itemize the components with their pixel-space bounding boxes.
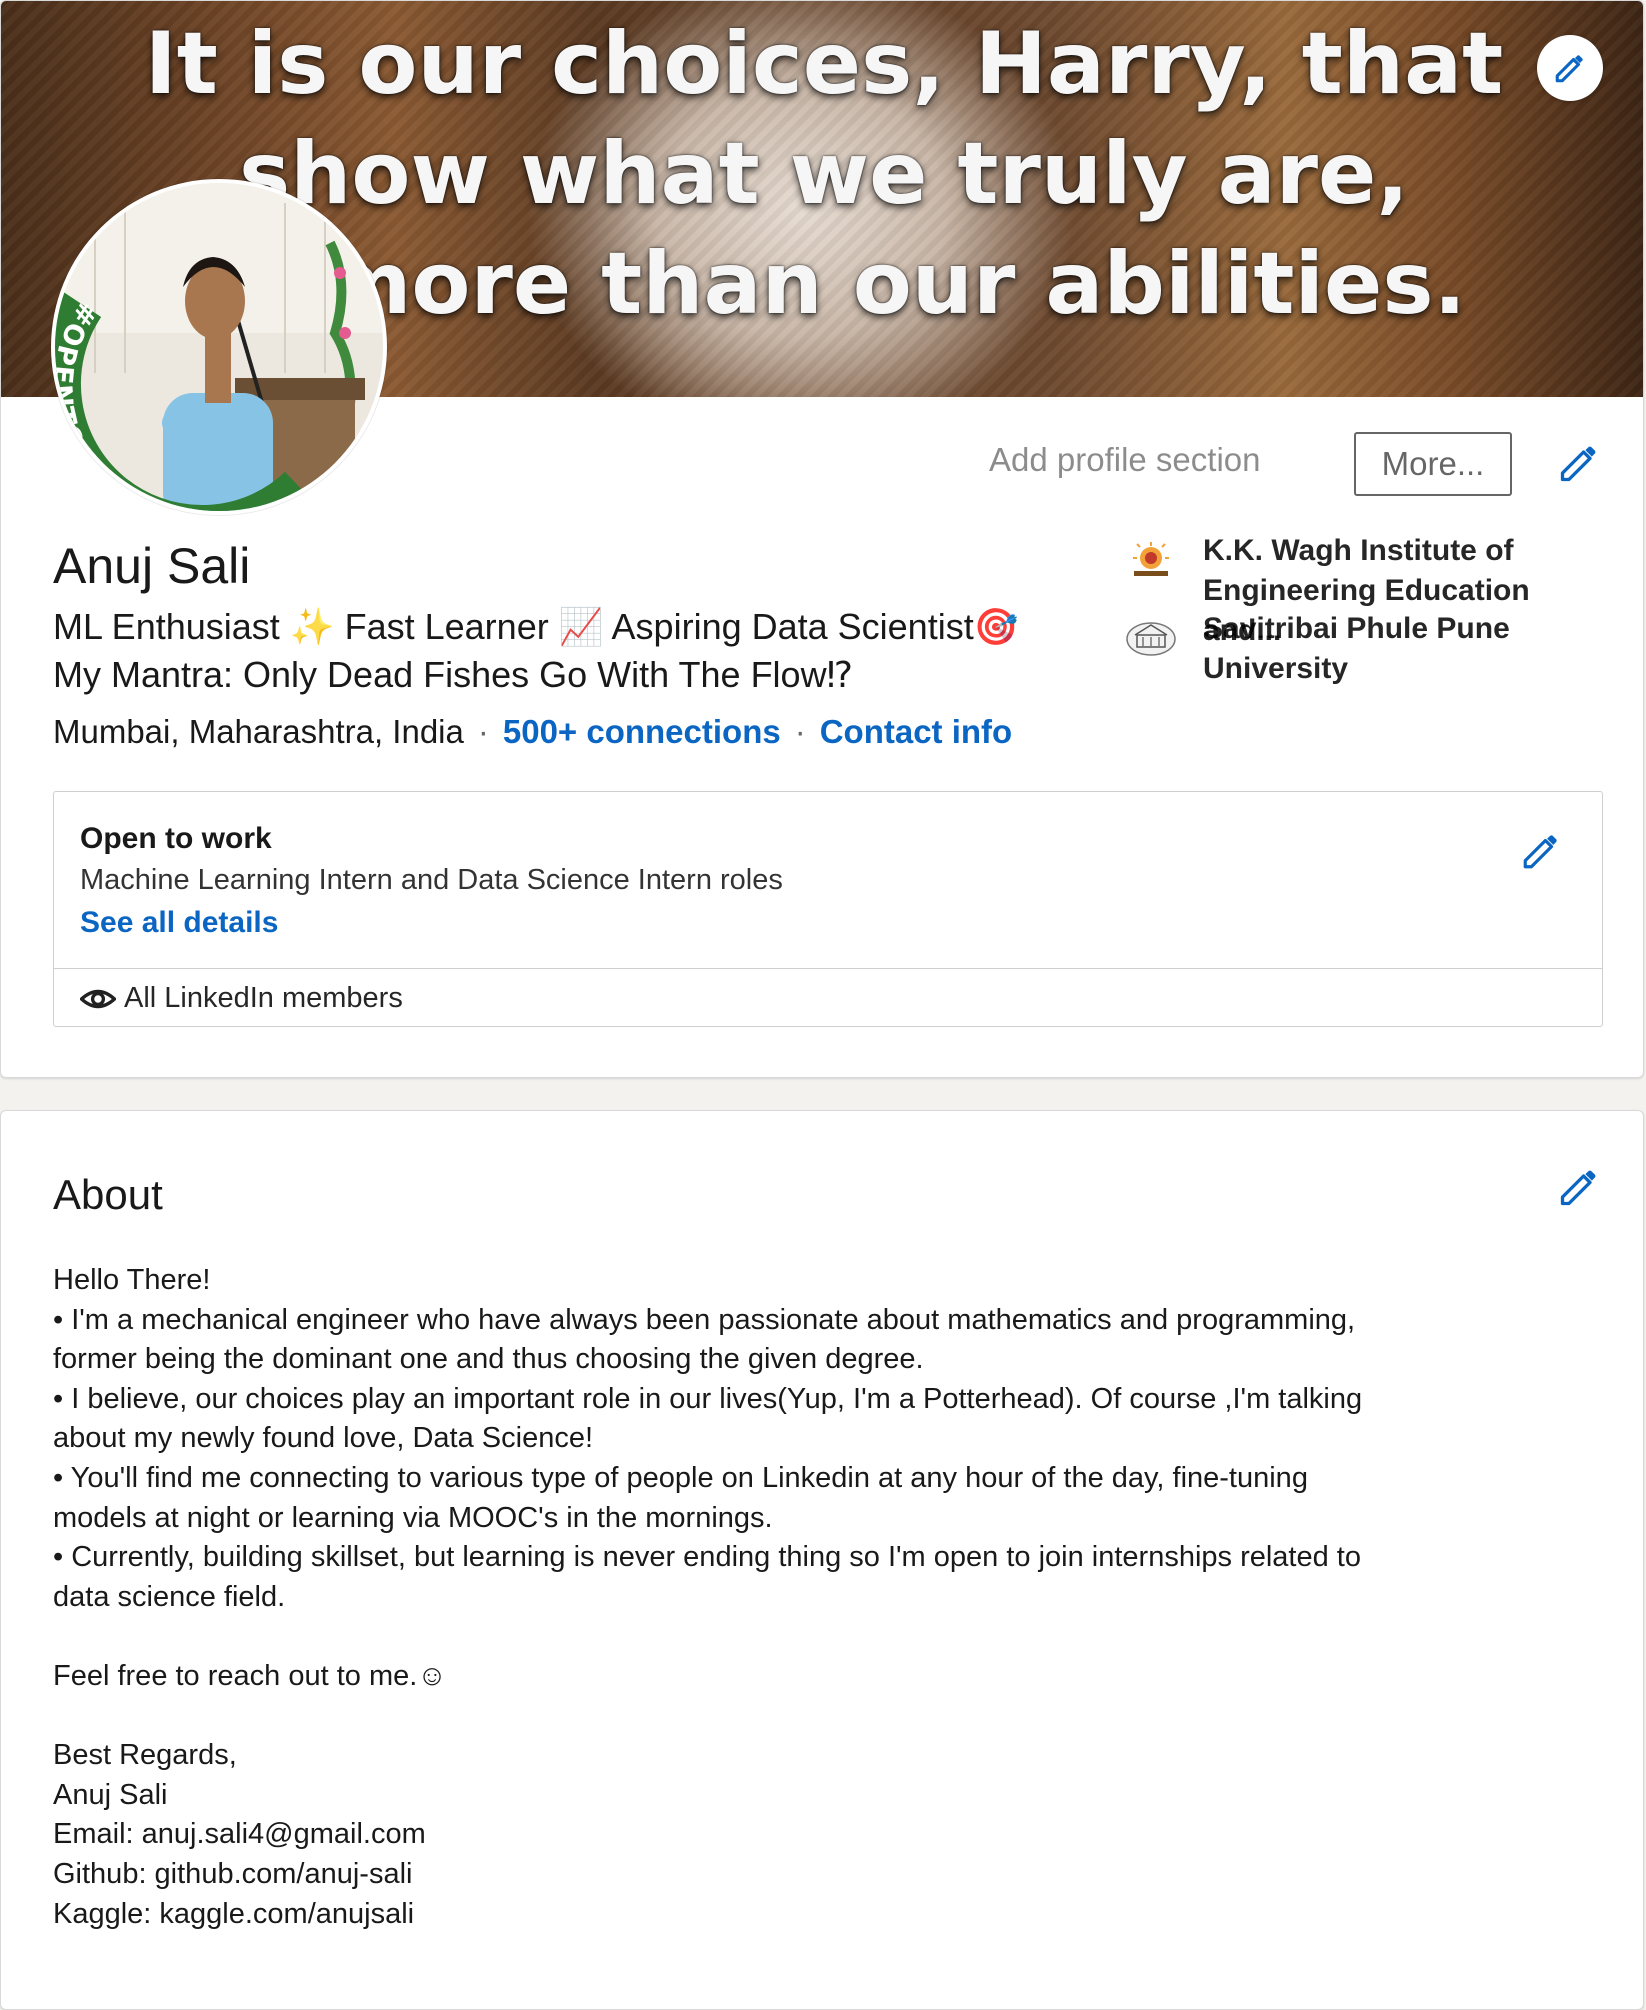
- location-text: Mumbai, Maharashtra, India: [53, 713, 464, 750]
- separator-dot: ·: [794, 713, 806, 750]
- headline-line: ML Enthusiast ✨ Fast Learner 📈 Aspiring …: [53, 606, 1019, 647]
- edit-open-to-work-button[interactable]: [1518, 828, 1564, 874]
- divider: [54, 968, 1602, 969]
- visibility-text: All LinkedIn members: [124, 982, 403, 1014]
- edit-about-button[interactable]: [1555, 1163, 1603, 1211]
- profile-top-card: It is our choices, Harry, that show what…: [0, 0, 1644, 1078]
- add-profile-section-button[interactable]: Add profile section: [989, 441, 1261, 479]
- location-row: Mumbai, Maharashtra, India · 500+ connecti…: [53, 713, 1012, 751]
- profile-name: Anuj Sali: [53, 538, 251, 594]
- open-to-work-title: Open to work: [80, 822, 272, 855]
- avatar-photo: #OPENTOWORK: [55, 183, 383, 511]
- more-button[interactable]: More...: [1354, 432, 1512, 496]
- about-text: Hello There! • I'm a mechanical engineer…: [53, 1264, 1363, 1930]
- about-title: About: [53, 1171, 163, 1218]
- edit-banner-button[interactable]: [1537, 35, 1603, 101]
- pencil-icon: [1523, 835, 1557, 869]
- pencil-icon: [1555, 55, 1583, 83]
- banner-quote-line: It is our choices, Harry, that: [144, 14, 1504, 114]
- profile-avatar[interactable]: #OPENTOWORK: [51, 179, 387, 515]
- education-item[interactable]: Savitribai Phule Pune University: [1121, 609, 1601, 689]
- profile-headline: ML Enthusiast ✨ Fast Learner 📈 Aspiring …: [53, 603, 1093, 699]
- see-all-details-link[interactable]: See all details: [80, 906, 278, 940]
- eye-icon: [80, 989, 116, 1008]
- contact-info-link[interactable]: Contact info: [820, 713, 1012, 750]
- sppu-logo-icon: [1121, 609, 1181, 669]
- separator-dot: ·: [477, 713, 489, 750]
- edit-intro-button[interactable]: [1555, 439, 1603, 487]
- open-to-work-description: Machine Learning Intern and Data Science…: [80, 864, 783, 896]
- pencil-icon: [1560, 446, 1596, 482]
- about-card: About Hello There! • I'm a mechanical en…: [0, 1110, 1644, 2010]
- visibility-row: All LinkedIn members: [80, 982, 403, 1015]
- open-to-work-box: Open to work Machine Learning Intern and…: [53, 791, 1603, 1027]
- education-name: Savitribai Phule Pune University: [1203, 612, 1510, 685]
- headline-line: My Mantra: Only Dead Fishes Go With The …: [53, 654, 853, 695]
- kk-wagh-logo-icon: [1121, 531, 1181, 591]
- connections-link[interactable]: 500+ connections: [503, 713, 781, 750]
- pencil-icon: [1560, 1170, 1596, 1206]
